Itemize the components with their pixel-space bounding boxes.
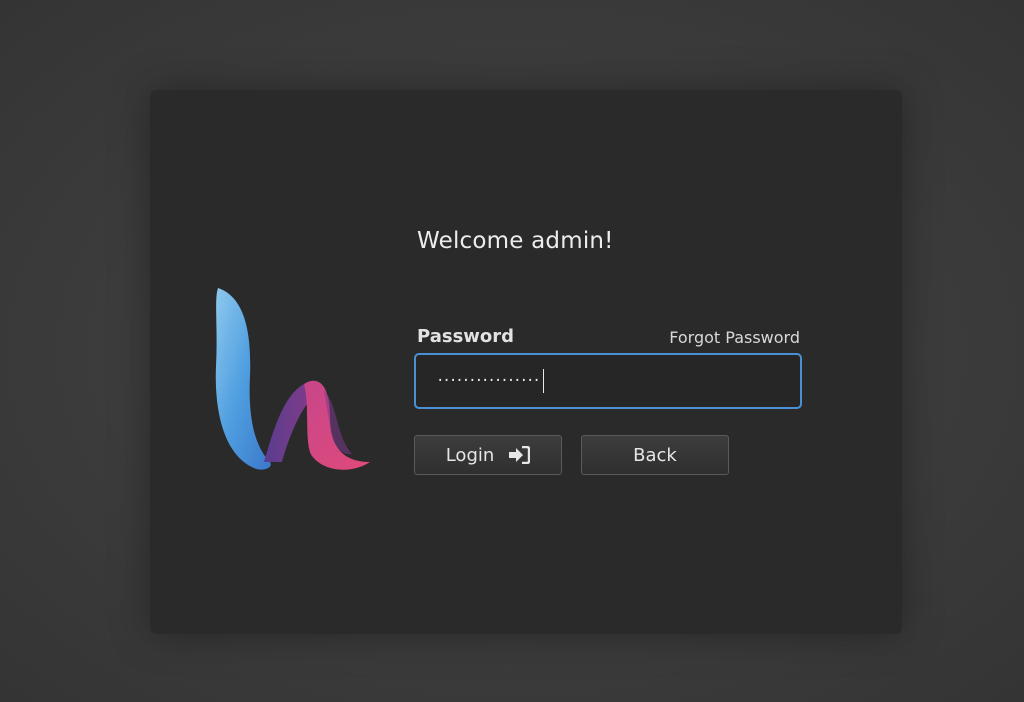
login-button-label: Login	[445, 444, 495, 466]
password-mask: ················	[436, 373, 541, 389]
welcome-heading: Welcome admin!	[417, 228, 614, 254]
back-button[interactable]: Back	[581, 435, 729, 475]
text-caret	[542, 369, 544, 393]
back-button-label: Back	[633, 444, 677, 466]
password-label: Password	[417, 326, 515, 347]
brand-logo-icon	[215, 288, 370, 470]
password-input[interactable]: ················	[414, 353, 802, 409]
forgot-password-link[interactable]: Forgot Password	[669, 328, 800, 347]
login-button[interactable]: Login	[414, 435, 562, 475]
login-card: Welcome admin! Password Forgot Password …	[150, 90, 902, 634]
sign-in-arrow-icon	[509, 446, 531, 464]
